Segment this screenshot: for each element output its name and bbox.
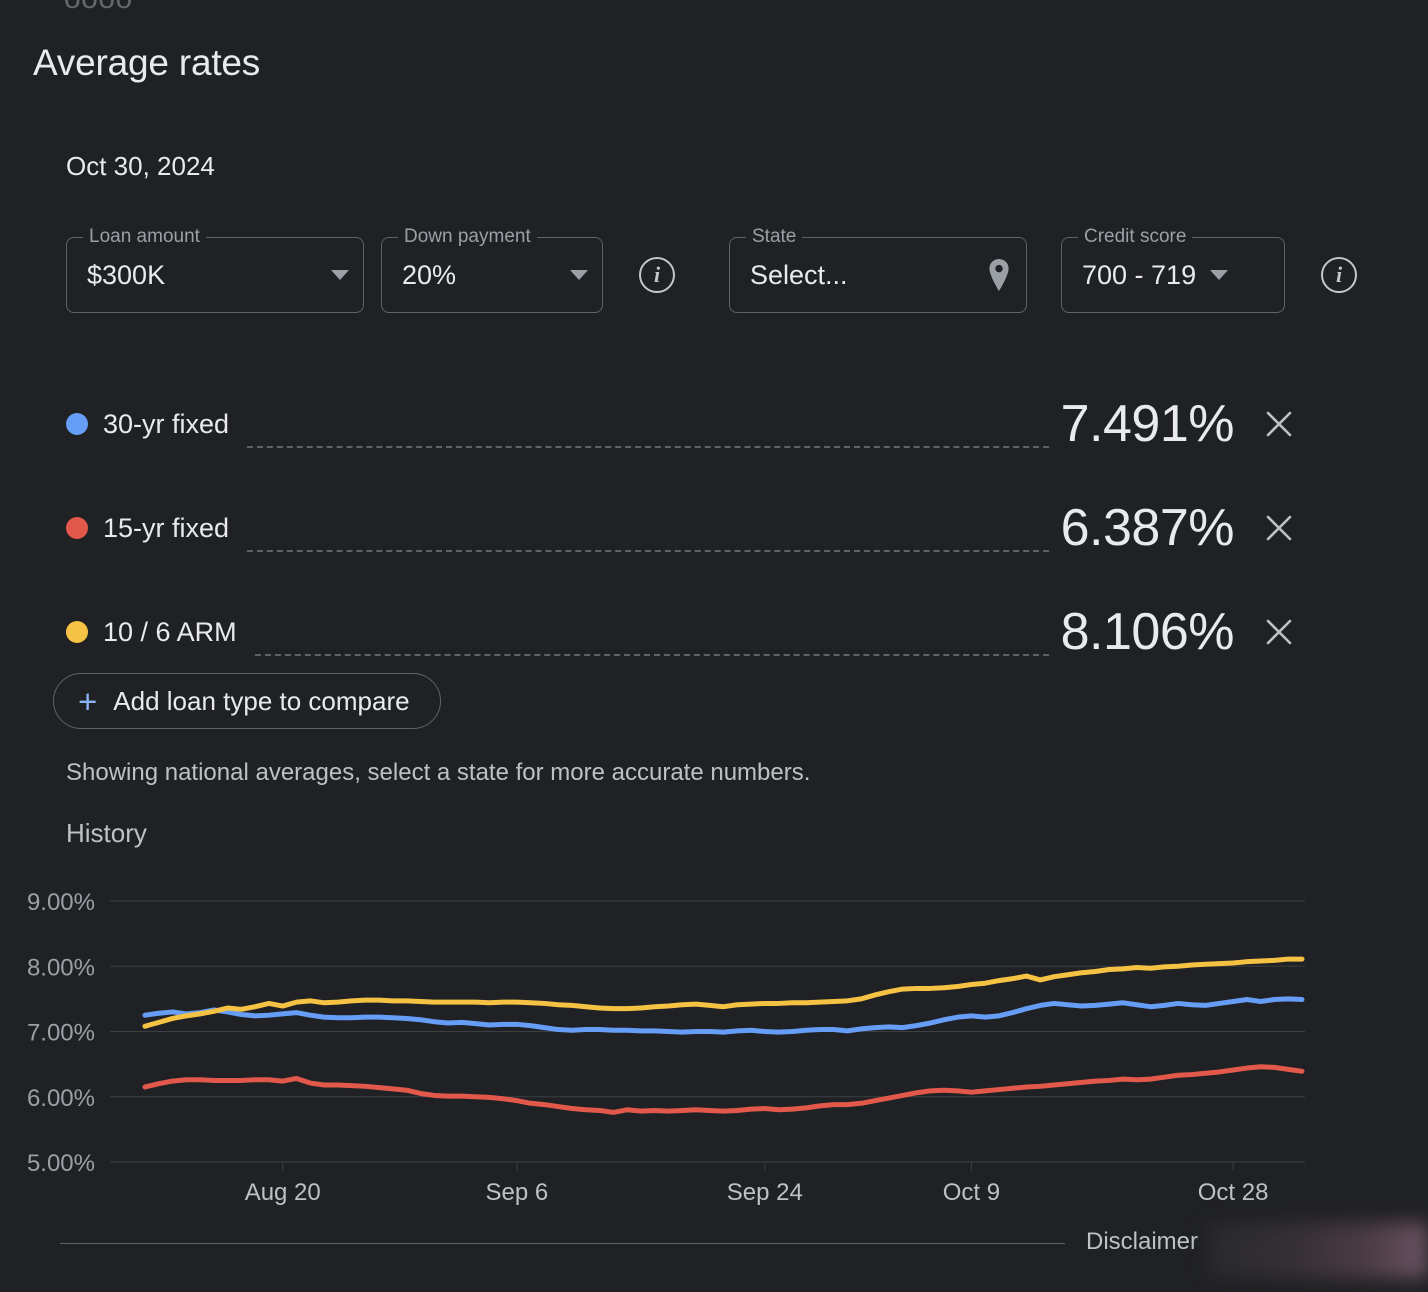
chevron-down-icon [331, 270, 349, 280]
credit-score-info-icon[interactable]: i [1321, 257, 1357, 293]
x-axis-tick-label: Oct 9 [943, 1179, 1000, 1206]
y-axis-tick-label: 9.00% [27, 889, 95, 916]
loan-amount-value: $300K [87, 259, 166, 290]
x-axis-tick-label: Aug 20 [245, 1179, 321, 1206]
state-label: State [746, 227, 803, 247]
state-value: Select... [750, 259, 848, 290]
footer-divider [60, 1243, 1065, 1244]
leader-line [247, 446, 1049, 448]
disclaimer-link[interactable]: Disclaimer [1086, 1228, 1198, 1256]
redacted-region [1208, 1222, 1428, 1278]
close-icon[interactable] [1252, 605, 1306, 659]
credit-score-label: Credit score [1078, 227, 1193, 247]
rate-history-chart: 9.00% 8.00% 7.00% 6.00% 5.00% Aug 20 Sep 6 Sep … [0, 860, 1428, 1220]
rate-row-label: 15-yr fixed [103, 512, 230, 543]
rate-row: 10 / 6 ARM 8.106% [66, 580, 1306, 684]
credit-score-select[interactable]: Credit score 700 - 719 [1061, 227, 1285, 313]
series-color-dot [66, 413, 88, 435]
down-payment-info-icon[interactable]: i [639, 257, 675, 293]
leader-line [247, 550, 1049, 552]
chart-line-15-yr-fixed [142, 1064, 1305, 1115]
rate-row-label: 10 / 6 ARM [103, 616, 237, 647]
series-color-dot [66, 517, 88, 539]
down-payment-select[interactable]: Down payment 20% [381, 227, 603, 313]
rate-row-label: 30-yr fixed [103, 408, 230, 439]
rates-date: Oct 30, 2024 [66, 151, 215, 181]
close-icon[interactable] [1252, 397, 1306, 451]
down-payment-value: 20% [402, 259, 457, 290]
plus-icon: + [78, 682, 98, 720]
state-select[interactable]: State Select... [729, 227, 1027, 313]
x-axis-tick-label: Sep 24 [727, 1179, 803, 1206]
rate-list: 30-yr fixed 7.491% 15-yr fixed 6.387% 10… [66, 372, 1306, 684]
rate-row-value: 8.106% [1060, 603, 1235, 661]
national-averages-note: Showing national averages, select a stat… [66, 759, 811, 786]
close-icon[interactable] [1252, 501, 1306, 555]
y-axis-tick-label: 7.00% [27, 1020, 95, 1047]
add-loan-type-label: Add loan type to compare [113, 685, 410, 716]
y-axis-tick-label: 5.00% [27, 1150, 95, 1177]
credit-score-value: 700 - 719 [1082, 259, 1197, 290]
chevron-down-icon [570, 270, 588, 280]
loan-amount-select[interactable]: Loan amount $300K [66, 227, 364, 313]
add-loan-type-button[interactable]: + Add loan type to compare [53, 673, 441, 729]
history-heading: History [66, 818, 147, 848]
x-axis-tick-label: Sep 6 [486, 1179, 549, 1206]
clipped-top-text: oooo [64, 0, 133, 16]
rate-filters: Loan amount $300K Down payment 20% i Sta… [66, 227, 1357, 313]
average-rates-page: oooo Average rates Oct 30, 2024 Loan amo… [0, 0, 1428, 1292]
down-payment-label: Down payment [398, 227, 537, 247]
page-title: Average rates [33, 42, 261, 83]
series-color-dot [66, 621, 88, 643]
chevron-down-icon [1210, 270, 1229, 280]
y-axis-tick-label: 6.00% [27, 1085, 95, 1112]
rate-row-value: 7.491% [1060, 395, 1235, 453]
loan-amount-label: Loan amount [83, 227, 206, 247]
leader-line [254, 654, 1049, 656]
x-axis-tick-label: Oct 28 [1198, 1179, 1269, 1206]
rate-row: 30-yr fixed 7.491% [66, 372, 1306, 476]
y-axis-tick-label: 8.00% [27, 954, 95, 981]
location-pin-icon [989, 259, 1009, 291]
rate-row-value: 6.387% [1060, 499, 1235, 557]
rate-row: 15-yr fixed 6.387% [66, 476, 1306, 580]
